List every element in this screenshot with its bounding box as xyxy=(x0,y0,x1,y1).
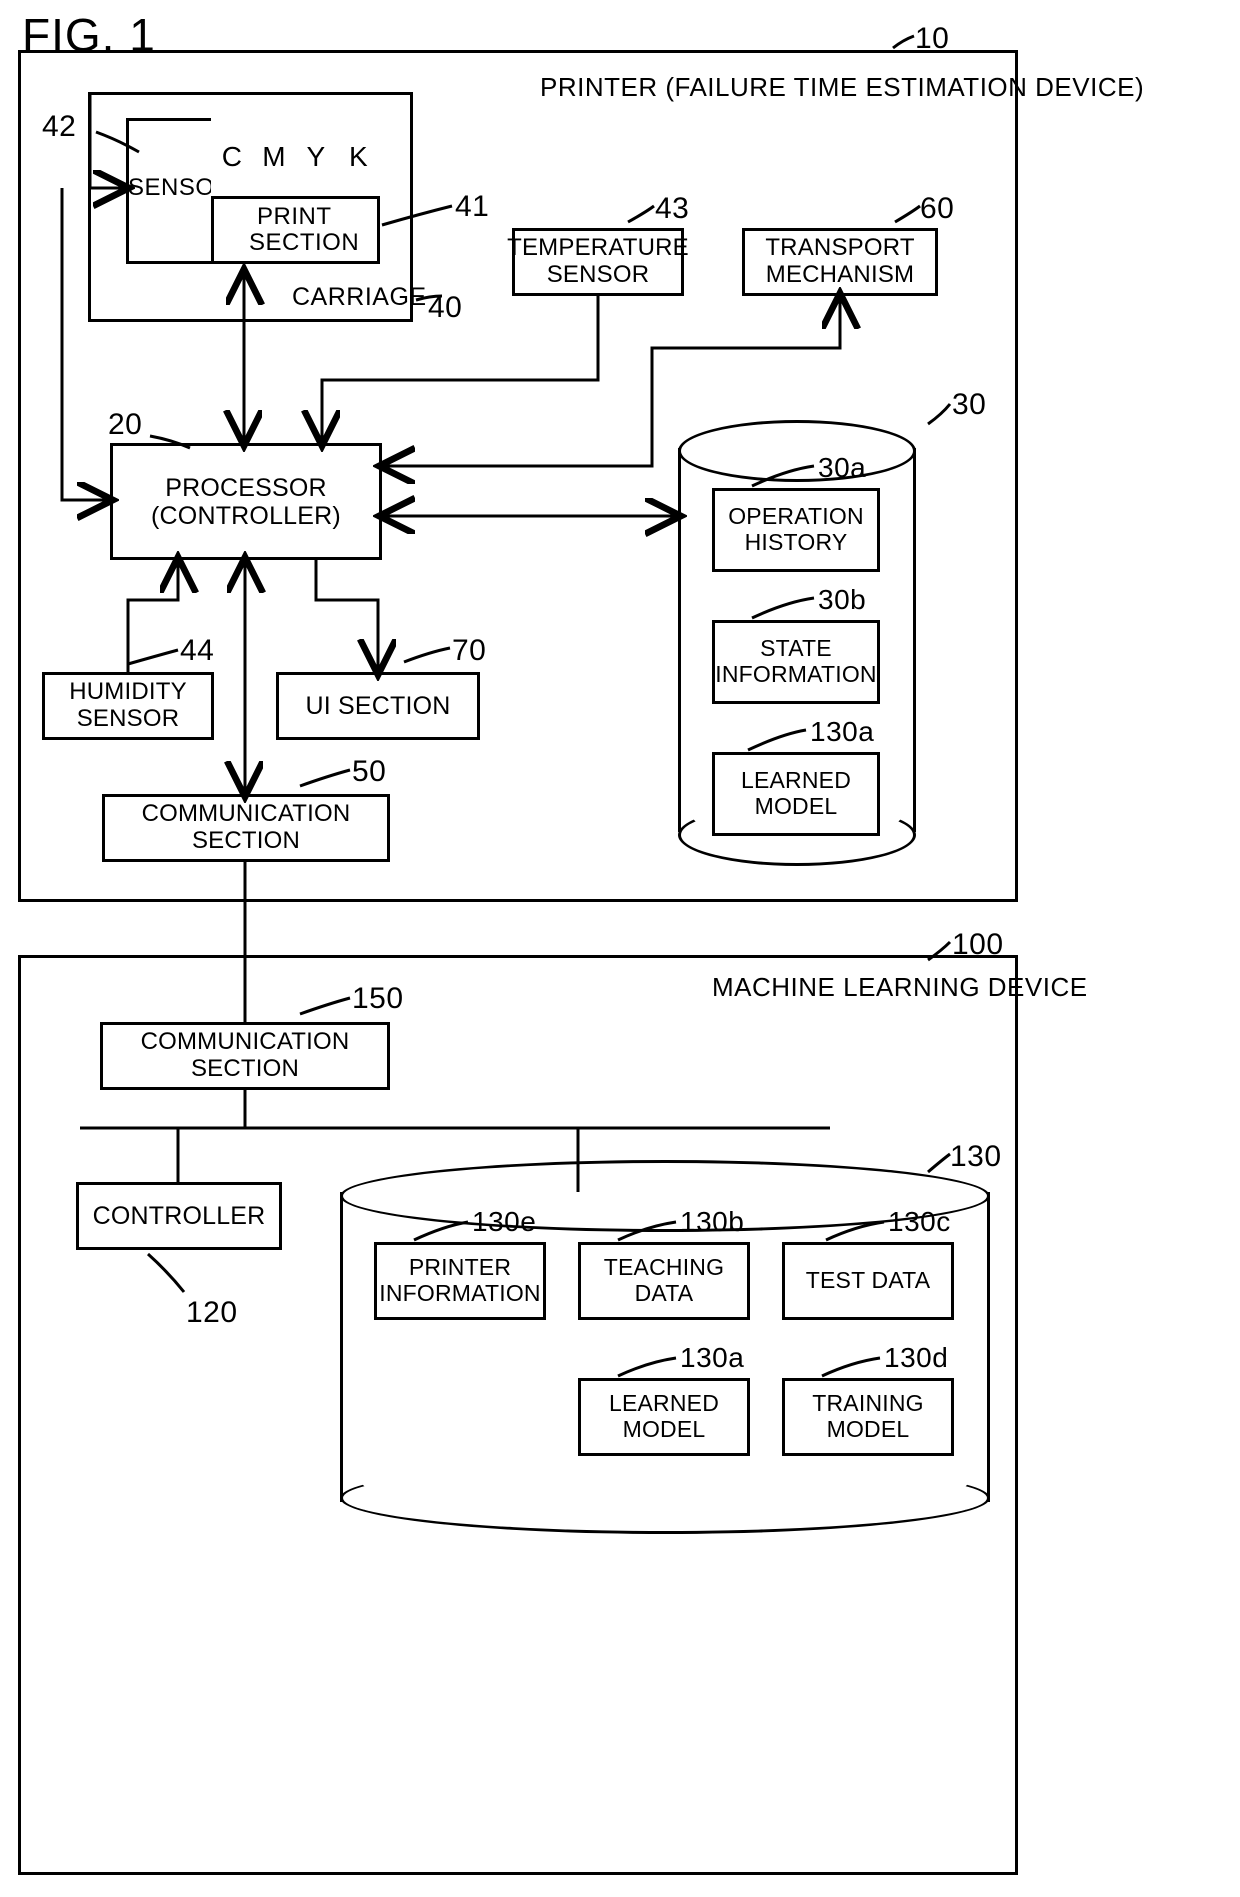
ml-controller-ref: 120 xyxy=(186,1296,238,1329)
printer-communication-ref: 50 xyxy=(352,755,387,788)
printer-information-box: PRINTER INFORMATION xyxy=(374,1242,546,1320)
teaching-data-label-line1: TEACHING xyxy=(603,1254,725,1281)
ml-learned-model-label-line1: LEARNED xyxy=(608,1390,720,1417)
ml-storage-ref: 130 xyxy=(950,1140,1002,1173)
transport-mechanism-label-line1: TRANSPORT xyxy=(765,234,915,262)
transport-mechanism-box: TRANSPORT MECHANISM xyxy=(742,228,938,296)
printer-information-label-line2: INFORMATION xyxy=(379,1280,541,1306)
print-section-label-line2: SECTION xyxy=(249,229,360,256)
printer-information-label-line1: PRINTER xyxy=(408,1254,512,1281)
processor-label-line2: (CONTROLLER) xyxy=(151,501,341,530)
operation-history-label-line1: OPERATION xyxy=(728,503,864,530)
ink-row-divider xyxy=(211,196,380,199)
ink-cell-y: Y xyxy=(295,118,337,196)
print-section-label-line1: PRINT xyxy=(257,203,332,230)
ml-communication-section-box: COMMUNICATION SECTION xyxy=(100,1022,390,1090)
state-information-label-line1: STATE xyxy=(760,635,832,662)
printer-panel-title: PRINTER (FAILURE TIME ESTIMATION DEVICE) xyxy=(540,72,1145,102)
ui-section-box: UI SECTION xyxy=(276,672,480,740)
temperature-sensor-label-line1: TEMPERATURE xyxy=(507,234,689,262)
state-information-box: STATE INFORMATION xyxy=(712,620,880,704)
test-data-ref: 130c xyxy=(888,1206,951,1237)
ml-panel-title: MACHINE LEARNING DEVICE xyxy=(712,972,1088,1002)
temperature-sensor-ref: 43 xyxy=(655,192,690,225)
state-information-ref: 30b xyxy=(818,584,867,615)
operation-history-box: OPERATION HISTORY xyxy=(712,488,880,572)
state-information-label-line2: INFORMATION xyxy=(715,661,877,687)
humidity-sensor-label-line1: HUMIDITY xyxy=(69,678,187,706)
printer-learned-model-label-line2: MODEL xyxy=(754,793,838,819)
humidity-sensor-ref: 44 xyxy=(180,634,215,667)
ui-section-ref: 70 xyxy=(452,634,487,667)
ink-cell-m: M xyxy=(253,118,295,196)
print-section-ref: 41 xyxy=(455,190,490,223)
sensor-ref: 42 xyxy=(42,110,77,143)
printer-communication-label-line1: COMMUNICATION xyxy=(141,800,351,828)
printer-communication-section-box: COMMUNICATION SECTION xyxy=(102,794,390,862)
ml-controller-box: CONTROLLER xyxy=(76,1182,282,1250)
temperature-sensor-box: TEMPERATURE SENSOR xyxy=(507,228,689,296)
ink-cell-k: K xyxy=(337,118,380,196)
printer-learned-model-ref: 130a xyxy=(810,716,875,747)
training-model-label-line2: MODEL xyxy=(826,1416,910,1442)
transport-mechanism-ref: 60 xyxy=(920,192,955,225)
teaching-data-box: TEACHING DATA xyxy=(578,1242,750,1320)
test-data-box: TEST DATA xyxy=(782,1242,954,1320)
processor-label-line1: PROCESSOR xyxy=(165,473,327,502)
ml-learned-model-box: LEARNED MODEL xyxy=(578,1378,750,1456)
ml-panel-ref: 100 xyxy=(952,928,1004,961)
leader-10 xyxy=(892,34,915,50)
teaching-data-ref: 130b xyxy=(680,1206,745,1237)
ml-communication-label-line1: COMMUNICATION xyxy=(140,1028,350,1056)
figure-canvas: FIG. 1 PRINTER (FAILURE TIME ESTIMATION … xyxy=(0,0,1240,1897)
operation-history-label-line2: HISTORY xyxy=(744,529,848,555)
training-model-ref: 130d xyxy=(884,1342,949,1373)
test-data-label-line1: TEST DATA xyxy=(805,1267,931,1294)
temperature-sensor-label-line2: SENSOR xyxy=(546,261,650,288)
humidity-sensor-box: HUMIDITY SENSOR xyxy=(42,672,214,740)
training-model-label-line1: TRAINING xyxy=(812,1390,924,1417)
processor-box: PROCESSOR (CONTROLLER) xyxy=(110,443,382,560)
ink-cell-c: C xyxy=(211,118,253,196)
printer-learned-model-label-line1: LEARNED xyxy=(740,767,852,794)
humidity-sensor-label-line2: SENSOR xyxy=(76,705,180,732)
transport-mechanism-label-line2: MECHANISM xyxy=(765,261,915,288)
ml-communication-label-line2: SECTION xyxy=(190,1055,300,1082)
training-model-box: TRAINING MODEL xyxy=(782,1378,954,1456)
printer-panel-ref: 10 xyxy=(915,22,950,55)
printer-information-ref: 130e xyxy=(472,1206,537,1237)
printer-storage-ref: 30 xyxy=(952,388,987,421)
printer-communication-label-line2: SECTION xyxy=(191,827,301,854)
ml-communication-ref: 150 xyxy=(352,982,404,1015)
ml-learned-model-label-line2: MODEL xyxy=(622,1416,706,1442)
carriage-ref: 40 xyxy=(428,291,463,324)
teaching-data-label-line2: DATA xyxy=(634,1280,694,1306)
processor-ref: 20 xyxy=(108,408,143,441)
ml-learned-model-ref: 130a xyxy=(680,1342,745,1373)
carriage-label: CARRIAGE xyxy=(292,283,427,311)
printer-learned-model-box: LEARNED MODEL xyxy=(712,752,880,836)
operation-history-ref: 30a xyxy=(818,452,867,483)
